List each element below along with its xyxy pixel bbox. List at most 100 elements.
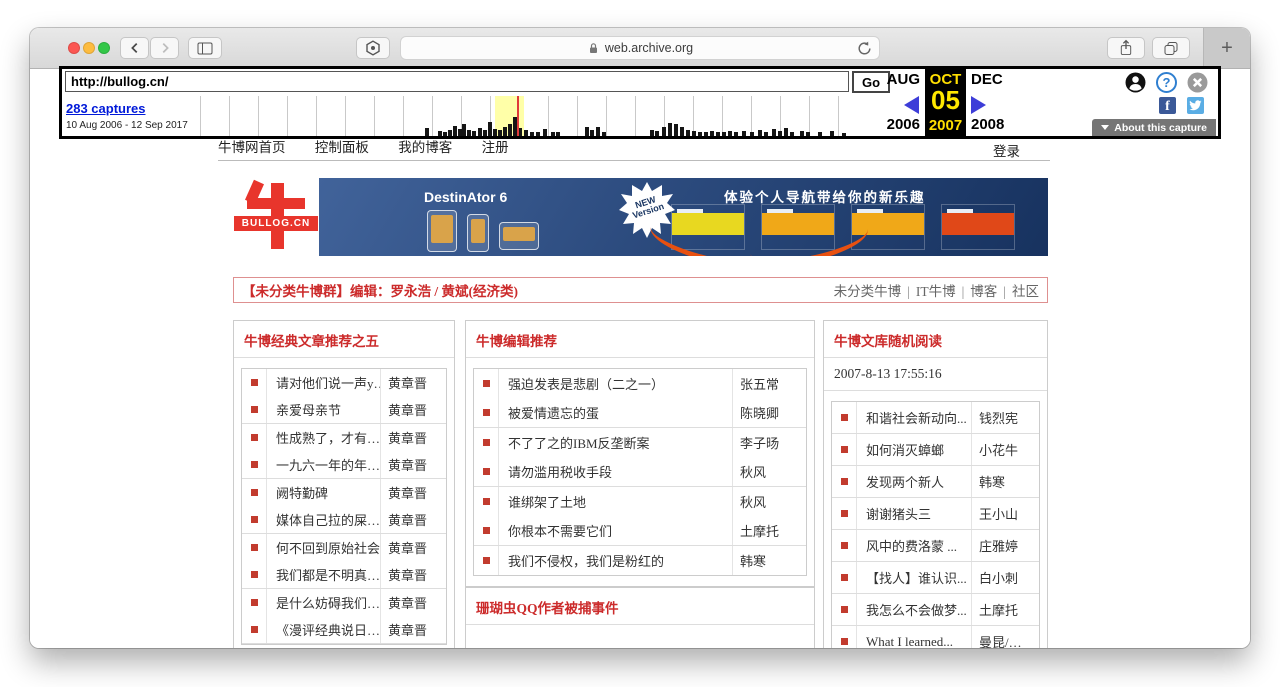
profile-button[interactable] (1125, 72, 1146, 93)
refresh-button[interactable] (857, 41, 872, 56)
list-item[interactable]: 我们不侵权，我们是粉红的韩寒 (474, 546, 806, 575)
article-title[interactable]: 亲爱母亲节 (267, 400, 380, 419)
list-item[interactable]: 风中的费洛蒙 ...庄雅婷 (832, 530, 1039, 562)
twitter-share-button[interactable] (1187, 97, 1204, 114)
article-author[interactable]: 钱烈宪 (971, 402, 1039, 433)
list-item[interactable]: 谁绑架了土地秋风 (474, 487, 806, 516)
prev-year-label[interactable]: 2006 (868, 116, 920, 133)
login-link[interactable]: 登录 (993, 140, 1020, 160)
list-item[interactable]: 亲爱母亲节黄章晋 (242, 396, 446, 424)
article-title[interactable]: 如何消灭蟑螂 (857, 440, 971, 459)
article-title[interactable]: 不了了之的IBM反垄断案 (499, 433, 732, 452)
article-author[interactable]: 张五常 (732, 369, 806, 398)
list-item[interactable]: 和谐社会新动向...钱烈宪 (832, 402, 1039, 434)
sidebar-toggle-button[interactable] (188, 37, 222, 59)
article-title[interactable]: 阙特勤碑 (267, 483, 380, 502)
article-title[interactable]: 风中的费洛蒙 ... (857, 536, 971, 555)
close-window-button[interactable] (68, 42, 80, 54)
list-item[interactable]: 请对他们说一声y…黄章晋 (242, 369, 446, 396)
article-title[interactable]: 谁绑架了土地 (499, 492, 732, 511)
article-title[interactable]: 和谐社会新动向... (857, 408, 971, 427)
article-title[interactable]: 被爱情遗忘的蛋 (499, 403, 732, 422)
article-title[interactable]: 是什么妨碍我们… (267, 593, 380, 612)
article-author[interactable]: 李子旸 (732, 428, 806, 457)
list-item[interactable]: 是什么妨碍我们…黄章晋 (242, 589, 446, 616)
article-author[interactable]: 黄章晋 (380, 479, 446, 506)
article-title[interactable]: 我们都是不明真… (267, 565, 380, 584)
prev-capture-arrow[interactable] (904, 96, 919, 114)
address-bar[interactable]: web.archive.org (400, 36, 880, 60)
article-author[interactable]: 黄章晋 (380, 424, 446, 451)
article-title[interactable]: 一九六一年的年… (267, 455, 380, 474)
new-tab-button[interactable]: + (1203, 28, 1250, 68)
next-year-label[interactable]: 2008 (971, 116, 1004, 133)
close-toolbar-button[interactable] (1187, 72, 1208, 93)
article-title[interactable]: 我怎么不会做梦... (857, 600, 971, 619)
article-author[interactable]: 黄章晋 (380, 534, 446, 561)
list-item[interactable]: What I learned...曼昆/… (832, 626, 1039, 648)
list-item[interactable]: 性成熟了，才有…黄章晋 (242, 424, 446, 451)
article-title[interactable]: 何不回到原始社会 (267, 538, 380, 557)
article-title[interactable]: 请对他们说一声y… (267, 373, 380, 392)
site-logo[interactable]: BULLOG.CN (233, 178, 319, 256)
article-author[interactable]: 秋风 (732, 487, 806, 516)
back-button[interactable] (120, 37, 149, 59)
article-author[interactable]: 黄章晋 (380, 451, 446, 478)
next-capture-arrow[interactable] (971, 96, 986, 114)
zoom-window-button[interactable] (98, 42, 110, 54)
list-item[interactable]: 阙特勤碑黄章晋 (242, 479, 446, 506)
next-month-label[interactable]: DEC (971, 71, 1003, 88)
ad-banner[interactable]: DestinAtor 6 体验个人导航带给你的新乐趣 NEWVersion (319, 178, 1048, 256)
list-item[interactable]: 【找人】谁认识...白小刺 (832, 562, 1039, 594)
article-author[interactable]: 黄章晋 (380, 396, 446, 423)
article-title[interactable]: 媒体自己拉的屎… (267, 510, 380, 529)
minimize-window-button[interactable] (83, 42, 95, 54)
article-title[interactable]: 请勿滥用税收手段 (499, 462, 732, 481)
captures-timeline[interactable] (200, 96, 846, 136)
help-button[interactable]: ? (1156, 72, 1177, 93)
list-item[interactable]: 《漫评经典说日…黄章晋 (242, 616, 446, 644)
prev-month-label[interactable]: AUG (872, 71, 920, 88)
list-item[interactable]: 谢谢猪头三王小山 (832, 498, 1039, 530)
article-title[interactable]: 谢谢猪头三 (857, 504, 971, 523)
list-item[interactable]: 一九六一年的年…黄章晋 (242, 451, 446, 479)
article-title[interactable]: 【找人】谁认识... (857, 568, 971, 587)
list-item[interactable]: 不了了之的IBM反垄断案李子旸 (474, 428, 806, 457)
article-author[interactable]: 黄章晋 (380, 506, 446, 533)
nav-home-link[interactable]: 牛博网首页 (218, 140, 286, 155)
article-title[interactable]: 强迫发表是悲剧（二之一） (499, 374, 732, 393)
nav-my-blog-link[interactable]: 我的博客 (398, 140, 452, 155)
article-author[interactable]: 黄章晋 (380, 616, 446, 643)
article-author[interactable]: 韩寒 (971, 466, 1039, 497)
share-button[interactable] (1107, 37, 1145, 59)
article-author[interactable]: 曼昆/… (971, 626, 1039, 648)
article-title[interactable]: 《漫评经典说日… (267, 620, 380, 639)
article-title[interactable]: What I learned... (857, 634, 971, 649)
list-item[interactable]: 被爱情遗忘的蛋陈晓卿 (474, 398, 806, 428)
link-it[interactable]: IT牛博 (916, 284, 956, 299)
article-author[interactable]: 陈晓卿 (732, 398, 806, 427)
nav-register-link[interactable]: 注册 (482, 140, 509, 155)
article-author[interactable]: 黄章晋 (380, 561, 446, 588)
list-item[interactable]: 强迫发表是悲剧（二之一）张五常 (474, 369, 806, 398)
link-community[interactable]: 社区 (1012, 284, 1039, 299)
article-title[interactable]: 发现两个新人 (857, 472, 971, 491)
list-item[interactable]: 发现两个新人韩寒 (832, 466, 1039, 498)
list-item[interactable]: 我们都是不明真…黄章晋 (242, 561, 446, 589)
article-title[interactable]: 性成熟了，才有… (267, 428, 380, 447)
article-author[interactable]: 小花牛 (971, 434, 1039, 465)
nav-control-panel-link[interactable]: 控制面板 (315, 140, 369, 155)
list-item[interactable]: 媒体自己拉的屎…黄章晋 (242, 506, 446, 534)
wayback-url-input[interactable] (65, 71, 849, 92)
article-author[interactable]: 土摩托 (732, 516, 806, 545)
article-author[interactable]: 土摩托 (971, 594, 1039, 625)
list-item[interactable]: 何不回到原始社会黄章晋 (242, 534, 446, 561)
list-item[interactable]: 如何消灭蟑螂小花牛 (832, 434, 1039, 466)
article-author[interactable]: 黄章晋 (380, 369, 446, 396)
forward-button[interactable] (150, 37, 179, 59)
list-item[interactable]: 我怎么不会做梦...土摩托 (832, 594, 1039, 626)
facebook-share-button[interactable]: f (1159, 97, 1176, 114)
link-uncategorized[interactable]: 未分类牛博 (834, 284, 902, 299)
article-author[interactable]: 韩寒 (732, 546, 806, 575)
show-tabs-button[interactable] (1152, 37, 1190, 59)
